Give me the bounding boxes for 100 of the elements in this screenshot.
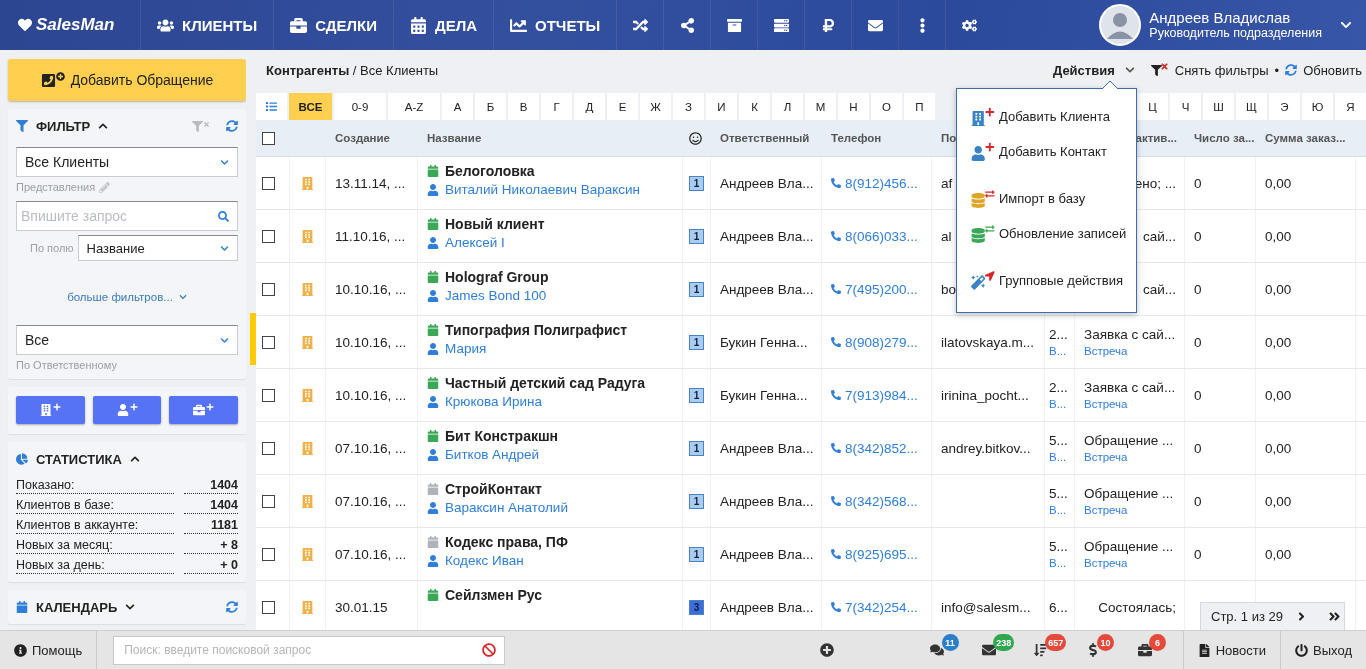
checkbox[interactable]	[262, 229, 275, 243]
add-deal-button[interactable]	[169, 396, 238, 424]
table-link[interactable]: В...	[1049, 504, 1067, 516]
letter-tab[interactable]: Д	[574, 93, 605, 120]
letter-tab[interactable]: А	[442, 93, 473, 120]
client-name[interactable]: Holograf Group	[445, 269, 549, 285]
checkbox[interactable]	[262, 131, 275, 145]
phone-link[interactable]: 8(342)852...	[845, 440, 918, 456]
letter-tab[interactable]: З	[673, 93, 704, 120]
clear-filters-link[interactable]: Снять фильтры	[1174, 62, 1269, 78]
table-link[interactable]: В...	[1049, 345, 1067, 357]
archive-icon[interactable]	[726, 17, 742, 33]
envelope-icon[interactable]	[982, 643, 997, 657]
calendar-icon[interactable]	[427, 430, 439, 442]
share-icon[interactable]	[679, 17, 695, 33]
table-link[interactable]: В...	[1049, 398, 1067, 410]
activity-link[interactable]: Встреча	[1084, 451, 1128, 463]
letter-tab[interactable]: Е	[607, 93, 638, 120]
letter-tab[interactable]: К	[739, 93, 770, 120]
last-page-icon[interactable]	[1327, 610, 1341, 623]
letter-tab[interactable]: A-Z	[388, 93, 440, 120]
add-icon[interactable]	[819, 643, 834, 657]
close-icon[interactable]	[1159, 61, 1169, 71]
expand-icon[interactable]	[125, 602, 136, 612]
letter-tab[interactable]: В	[508, 93, 539, 120]
calendar-icon[interactable]	[427, 218, 439, 230]
letter-tab[interactable]: Н	[838, 93, 869, 120]
chevron-down-icon[interactable]	[178, 293, 187, 301]
letter-tab[interactable]: Б	[475, 93, 506, 120]
table-link[interactable]: В...	[1049, 451, 1067, 463]
clear-icon[interactable]	[481, 643, 496, 657]
checkbox[interactable]	[262, 441, 275, 455]
contact-link[interactable]: Виталий Николаевич Вараксин	[445, 182, 641, 197]
contact-link[interactable]: Алексей I	[445, 235, 505, 250]
contact-link[interactable]: Кодекс Иван	[445, 553, 524, 568]
phone-link[interactable]: 8(908)279...	[845, 334, 918, 350]
add-contact-button[interactable]	[92, 396, 162, 424]
letter-tab[interactable]: Ж	[640, 93, 671, 120]
refresh-icon[interactable]	[226, 120, 238, 132]
letter-tab[interactable]: Щ	[1236, 93, 1267, 120]
letter-tab[interactable]: Г	[541, 93, 572, 120]
contact-link[interactable]: Крюкова Ирина	[445, 394, 543, 409]
phone-link[interactable]: 7(495)200...	[845, 281, 918, 297]
menu-item[interactable]: Добавить Контакт	[957, 134, 1136, 169]
calendar-icon[interactable]	[427, 271, 439, 283]
menu-item[interactable]: Импорт в базу	[957, 181, 1136, 216]
news-link[interactable]: Новости	[1182, 631, 1281, 669]
client-name[interactable]: Частный детский сад Радуга	[445, 375, 646, 391]
more-filters-link[interactable]: больше фильтров...	[67, 291, 173, 303]
checkbox[interactable]	[262, 176, 275, 190]
list-view-button[interactable]	[256, 93, 287, 120]
chevron-down-icon[interactable]	[220, 157, 229, 167]
contact-link[interactable]: Мария	[445, 341, 487, 356]
menu-item[interactable]: Добавить Клиента	[957, 99, 1136, 134]
collapse-icon[interactable]	[98, 121, 109, 131]
shuffle-icon[interactable]	[632, 17, 648, 33]
owner-select[interactable]: Все	[16, 325, 238, 355]
briefcase-icon[interactable]	[1137, 643, 1152, 657]
checkbox[interactable]	[262, 494, 275, 508]
sort-icon[interactable]	[1034, 643, 1049, 657]
letter-tab[interactable]: Ш	[1203, 93, 1234, 120]
view-select[interactable]: Все Клиенты	[16, 147, 238, 177]
envelope-icon[interactable]	[867, 17, 883, 33]
settings-icon[interactable]	[961, 17, 977, 33]
contact-link[interactable]: Вараксин Анатолий	[445, 500, 568, 515]
nav-item[interactable]: ДЕЛА	[392, 0, 493, 50]
activity-link[interactable]: Встреча	[1084, 557, 1128, 569]
checkbox[interactable]	[262, 600, 275, 614]
table-link[interactable]: В...	[1049, 557, 1067, 569]
menu-item[interactable]: Групповые действия	[957, 263, 1136, 298]
letter-tab[interactable]: Л	[772, 93, 803, 120]
letter-tab[interactable]: Я	[1335, 93, 1366, 120]
refresh-link[interactable]: Обновить	[1303, 62, 1362, 78]
server-icon[interactable]	[773, 17, 789, 33]
menu-item[interactable]: Обновление записей	[957, 216, 1136, 251]
letter-tab[interactable]: Ц	[1137, 93, 1168, 120]
phone-link[interactable]: 8(342)568...	[845, 493, 918, 509]
phone-link[interactable]: 8(925)695...	[845, 546, 918, 562]
activity-link[interactable]: Встреча	[1084, 345, 1128, 357]
client-name[interactable]: СтройКонтакт	[445, 481, 542, 497]
phone-link[interactable]: 7(342)254...	[845, 599, 918, 615]
clear-filter-icon[interactable]	[1150, 64, 1162, 76]
nav-item[interactable]: СДЕЛКИ	[273, 0, 393, 50]
add-request-button[interactable]: Добавить Обращение	[8, 59, 246, 101]
calendar-icon[interactable]	[427, 377, 439, 389]
refresh-icon[interactable]	[1285, 64, 1298, 76]
field-select[interactable]: Название	[77, 235, 238, 261]
chevron-down-icon[interactable]	[1340, 19, 1352, 31]
actions-dropdown[interactable]: Действия	[1052, 62, 1135, 78]
letter-tab[interactable]: ВСЕ	[289, 93, 332, 120]
calendar-icon[interactable]	[427, 165, 439, 177]
letter-tab[interactable]: И	[706, 93, 737, 120]
chevron-down-icon[interactable]	[220, 243, 229, 253]
phone-link[interactable]: 8(912)456...	[845, 175, 918, 191]
add-company-button[interactable]	[16, 396, 85, 424]
client-name[interactable]: Типография Полиграфист	[445, 322, 628, 338]
search-icon[interactable]	[218, 210, 229, 222]
checkbox[interactable]	[262, 282, 275, 296]
contact-link[interactable]: Битков Андрей	[445, 447, 539, 462]
client-name[interactable]: Белоголовка	[445, 163, 535, 179]
